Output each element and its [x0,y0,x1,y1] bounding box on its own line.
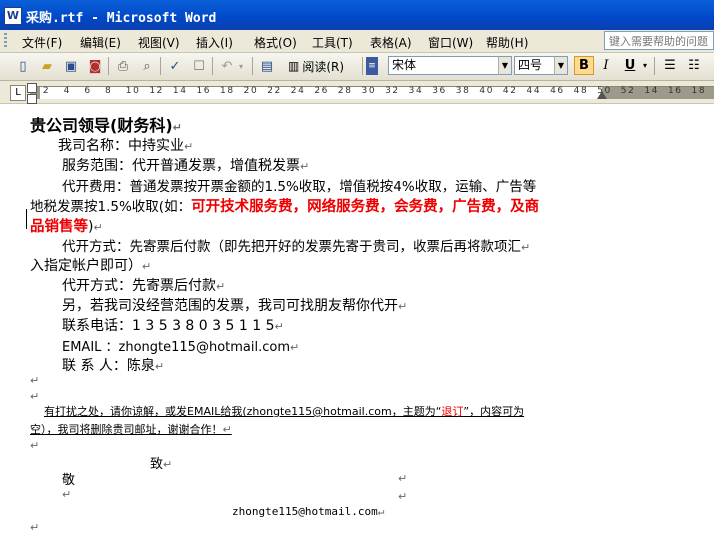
paragraph-mark: ↵ [398,472,408,485]
service-scope-line: 服务范围：代开普通发票，增值税发票↵ [62,158,310,174]
left-indent-handle[interactable] [27,94,37,104]
paragraph-mark: ↵ [62,488,72,501]
phone-line: 联系电话：1 3 5 3 8 0 3 5 1 1 5↵ [62,318,284,334]
fee-line: 代开费用：普通发票按开票金额的1.5%收取，增值税按4%收取，运输、广告等 [62,179,537,195]
method-line: 代开方式：先寄票后付款（即先把开好的发票先寄于贵司，收票后再将款项汇↵ [62,239,531,255]
font-size-value: 四号 [518,58,543,72]
menu-view[interactable]: 视图(V) [138,34,180,51]
bold-button[interactable]: B [574,56,594,75]
paragraph-mark: ↵ [30,390,40,403]
paragraph-mark: ↵ [30,439,40,452]
document-map-icon[interactable]: ▤ [258,57,276,75]
permission-icon[interactable]: ◙ [86,57,104,75]
menu-insert[interactable]: 插入(I) [196,34,233,51]
letter-heading: 贵公司领导(财务科)↵ [30,116,182,135]
undo-icon[interactable]: ↶ [218,57,236,75]
menu-format[interactable]: 格式(O) [254,34,297,51]
paragraph-mark: ↵ [30,521,40,534]
menu-grip-icon[interactable] [4,33,7,49]
underline-dropdown-icon[interactable]: ▾ [640,56,650,75]
numbering-icon[interactable]: ☰ [660,56,680,75]
toolbar-separator [160,57,161,75]
research-icon[interactable]: ☐ [190,57,208,75]
styles-pane-icon[interactable]: ≡ [366,57,378,75]
spelling-icon[interactable]: ✓ [166,57,184,75]
menu-file[interactable]: 文件(F) [22,34,62,51]
menu-help[interactable]: 帮助(H) [486,34,528,51]
menu-edit[interactable]: 编辑(E) [80,34,121,51]
print-preview-icon[interactable]: ⌕ [138,57,156,75]
document-page[interactable]: 贵公司领导(财务科)↵ 我司名称：中持实业↵ 服务范围：代开普通发票，增值税发票… [0,104,714,539]
extra-line: 另，若我司没经营范围的发票，我司可找朋友帮你代开↵ [62,298,408,314]
word-app-icon[interactable]: W [4,7,22,25]
font-size-select[interactable]: 四号 ▼ [514,56,568,75]
tab-selector-icon[interactable]: L [10,85,26,101]
toolbar-separator [212,57,213,75]
toolbar-separator [252,57,253,75]
font-name-select[interactable]: 宋体 ▼ [388,56,512,75]
text-cursor [26,209,27,229]
chevron-down-icon[interactable]: ▼ [554,57,567,74]
bullets-icon[interactable]: ☷ [684,56,704,75]
underline-button[interactable]: U [620,56,640,75]
chevron-down-icon[interactable]: ▼ [498,57,511,74]
menu-tools[interactable]: 工具(T) [312,34,353,51]
paragraph-mark: ↵ [398,490,408,503]
new-icon[interactable]: ▯ [14,57,32,75]
email-line: EMAIL ：zhongte115@hotmail.com↵ [62,340,300,355]
method-line-3: 代开方式：先寄票后付款↵ [62,278,226,294]
ruler: L 2 4 6 8 10 12 14 16 18 20 22 24 26 28 … [0,81,714,104]
read-label: 阅读(R) [302,59,345,74]
fee-line-3: 品销售等)↵ [30,219,103,235]
menu-table[interactable]: 表格(A) [370,34,412,51]
italic-button[interactable]: I [596,56,616,75]
print-icon[interactable]: ⎙ [114,57,132,75]
paragraph-mark: ↵ [30,374,40,387]
toolbar-separator [362,57,363,75]
window-title: 采购.rtf - Microsoft Word [26,11,217,26]
first-line-indent-handle[interactable] [27,83,37,93]
read-icon: ▥ [288,59,300,73]
fee-line-2: 地税发票按1.5%收取(如：可开技术服务费，网络服务费，会务费，广告费，及商 [30,199,540,215]
font-name-value: 宋体 [392,58,417,72]
menu-window[interactable]: 窗口(W) [428,34,473,51]
method-line-2: 入指定帐户即可）↵ [30,258,152,274]
unsubscribe-notice: 有打扰之处，请你谅解，或发EMAIL给我(zhongte115@hotmail.… [44,405,525,418]
company-name-line: 我司名称：中持实业↵ [58,138,194,154]
contact-line: 联 系 人：陈泉↵ [62,358,165,374]
right-indent-handle[interactable] [597,91,607,99]
toolbar-separator [654,57,655,75]
closing-zhi: 致↵ [150,457,173,472]
read-button[interactable]: ▥ 阅读(R) [288,57,344,75]
open-icon[interactable]: ▰ [38,57,56,75]
save-icon[interactable]: ▣ [62,57,80,75]
signature-email: zhongte115@hotmail.com↵ [232,505,385,518]
title-bar: W 采购.rtf - Microsoft Word [0,0,714,30]
unsubscribe-notice-2: 空），我司将删除贵司邮址，谢谢合作！↵ [30,423,232,436]
toolbar-separator [108,57,109,75]
closing-jing: 敬 [62,473,76,488]
undo-dropdown-icon[interactable]: ▾ [236,57,246,75]
help-search-input[interactable]: 键入需要帮助的问题 [604,31,714,50]
